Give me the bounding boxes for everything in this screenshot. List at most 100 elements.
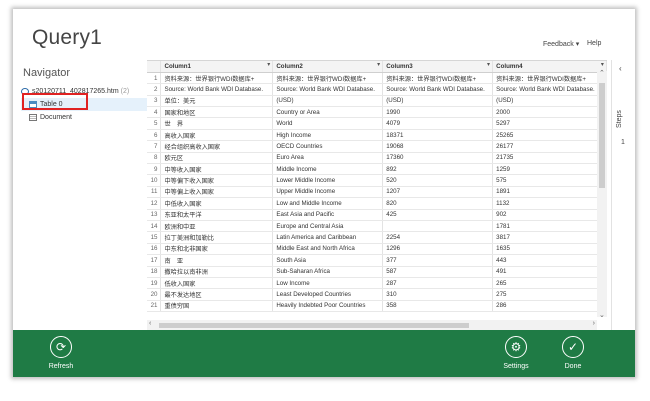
table-cell[interactable]: Least Developed Countries — [272, 288, 384, 301]
row-number[interactable]: 11 — [147, 186, 162, 199]
table-cell[interactable]: 425 — [382, 209, 494, 221]
vertical-scrollbar[interactable]: ⌃ ⌄ — [597, 69, 607, 319]
table-cell[interactable]: 中等收入国家 — [160, 163, 274, 176]
table-cell[interactable]: Latin America and Caribbean — [272, 231, 384, 244]
table-cell[interactable]: 377 — [382, 254, 494, 267]
table-cell[interactable]: Source: World Bank WDI Database. — [382, 83, 494, 96]
table-cell[interactable]: 587 — [382, 266, 494, 278]
table-cell[interactable]: 1635 — [492, 243, 607, 256]
table-cell[interactable]: Country or Area — [272, 106, 384, 119]
table-cell[interactable]: Middle Income — [272, 163, 384, 176]
table-cell[interactable]: 中等偏下收入国家 — [160, 174, 274, 187]
table-cell[interactable] — [382, 220, 494, 233]
table-cell[interactable]: 南 亚 — [160, 254, 274, 267]
table-cell[interactable]: 286 — [492, 300, 607, 313]
table-cell[interactable]: High Income — [272, 129, 384, 142]
table-cell[interactable]: 18371 — [382, 129, 494, 142]
done-button[interactable]: ✓ Done — [553, 336, 593, 370]
table-cell[interactable]: 最不发达地区 — [160, 288, 274, 301]
chevron-left-icon[interactable]: ‹ — [149, 320, 151, 327]
table-cell[interactable]: Source: World Bank WDI Database. — [492, 83, 607, 96]
table-cell[interactable]: 世 界 — [160, 117, 274, 130]
table-cell[interactable]: 25265 — [492, 129, 607, 142]
scroll-thumb[interactable] — [599, 83, 605, 188]
table-cell[interactable]: 520 — [382, 174, 494, 187]
column-filter-icon[interactable]: ▾ — [267, 61, 270, 68]
table-cell[interactable]: 欧元区 — [160, 152, 274, 165]
table-cell[interactable]: Europe and Central Asia — [272, 220, 384, 233]
table-cell[interactable]: Upper Middle Income — [272, 186, 384, 199]
table-cell[interactable]: 1259 — [492, 163, 607, 176]
table-cell[interactable]: 欧洲和中亚 — [160, 220, 274, 233]
table-cell[interactable]: Sub-Saharan Africa — [272, 266, 384, 278]
row-number[interactable]: 21 — [147, 300, 162, 313]
table-cell[interactable]: 国家和地区 — [160, 106, 274, 119]
table-cell[interactable]: 358 — [382, 300, 494, 313]
table-cell[interactable]: Low and Middle Income — [272, 197, 384, 210]
table-cell[interactable]: 892 — [382, 163, 494, 176]
table-cell[interactable]: 高收入国家 — [160, 129, 274, 142]
column-header[interactable]: Column1 ▾ — [160, 61, 274, 73]
table-cell[interactable]: 1132 — [492, 197, 607, 210]
row-number[interactable]: 2 — [147, 83, 162, 96]
table-cell[interactable]: 资料来源：世界银行WDI数据库+ — [492, 72, 607, 85]
row-number[interactable]: 18 — [147, 266, 162, 278]
row-number[interactable]: 16 — [147, 243, 162, 256]
table-cell[interactable]: Source: World Bank WDI Database. — [160, 83, 274, 96]
navigator-item-document[interactable]: Document — [21, 111, 151, 124]
row-number[interactable]: 1 — [147, 72, 162, 85]
column-filter-icon[interactable]: ▾ — [487, 61, 490, 68]
table-cell[interactable]: Middle East and North Africa — [272, 243, 384, 256]
table-cell[interactable]: 21735 — [492, 152, 607, 165]
row-number[interactable]: 10 — [147, 174, 162, 187]
column-header[interactable]: Column2 ▾ — [272, 61, 384, 73]
table-cell[interactable]: 重债穷国 — [160, 300, 274, 313]
row-number[interactable]: 4 — [147, 106, 162, 119]
table-cell[interactable]: 撒哈拉以南非洲 — [160, 266, 274, 278]
table-cell[interactable]: 1781 — [492, 220, 607, 233]
row-number[interactable]: 20 — [147, 288, 162, 301]
table-cell[interactable]: Euro Area — [272, 152, 384, 165]
table-cell[interactable]: 1296 — [382, 243, 494, 256]
row-number[interactable]: 5 — [147, 117, 162, 130]
table-cell[interactable]: 经合组织高收入国家 — [160, 140, 274, 153]
row-number[interactable]: 14 — [147, 220, 162, 233]
row-number[interactable]: 15 — [147, 231, 162, 244]
table-cell[interactable]: 中低收入国家 — [160, 197, 274, 210]
chevron-left-icon[interactable]: ‹ — [619, 64, 622, 73]
horizontal-scrollbar[interactable]: ‹ › — [147, 320, 597, 330]
table-cell[interactable]: 1990 — [382, 106, 494, 119]
table-cell[interactable]: (USD) — [272, 95, 384, 108]
column-filter-icon[interactable]: ▾ — [601, 61, 604, 68]
table-cell[interactable]: Lower Middle Income — [272, 174, 384, 187]
settings-button[interactable]: ⚙ Settings — [496, 336, 536, 370]
table-cell[interactable]: OECD Countries — [272, 140, 384, 153]
table-cell[interactable]: 单位：美元 — [160, 95, 274, 108]
chevron-right-icon[interactable]: › — [593, 320, 595, 327]
select-all-corner[interactable] — [147, 61, 162, 73]
table-cell[interactable]: 1207 — [382, 186, 494, 199]
row-number[interactable]: 12 — [147, 197, 162, 210]
table-cell[interactable]: 资料来源：世界银行WDI数据库+ — [272, 72, 384, 85]
table-cell[interactable]: 4079 — [382, 117, 494, 130]
table-cell[interactable]: 5297 — [492, 117, 607, 130]
table-cell[interactable]: 491 — [492, 266, 607, 278]
row-number[interactable]: 19 — [147, 277, 162, 290]
table-cell[interactable]: World — [272, 117, 384, 130]
row-number[interactable]: 6 — [147, 129, 162, 142]
table-cell[interactable]: Source: World Bank WDI Database. — [272, 83, 384, 96]
table-cell[interactable]: 310 — [382, 288, 494, 301]
table-cell[interactable]: (USD) — [492, 95, 607, 108]
table-cell[interactable]: 中东和北非国家 — [160, 243, 274, 256]
chevron-up-icon[interactable]: ⌃ — [599, 69, 605, 77]
table-cell[interactable]: Heavily Indebted Poor Countries — [272, 300, 384, 313]
scroll-thumb[interactable] — [159, 323, 469, 328]
table-cell[interactable]: 东亚和太平洋 — [160, 209, 274, 221]
table-cell[interactable]: 275 — [492, 288, 607, 301]
table-cell[interactable]: 17360 — [382, 152, 494, 165]
column-header[interactable]: Column4 ▾ — [492, 61, 607, 73]
table-cell[interactable]: 19068 — [382, 140, 494, 153]
table-cell[interactable]: 575 — [492, 174, 607, 187]
column-filter-icon[interactable]: ▾ — [377, 61, 380, 68]
table-cell[interactable]: 中等偏上收入国家 — [160, 186, 274, 199]
